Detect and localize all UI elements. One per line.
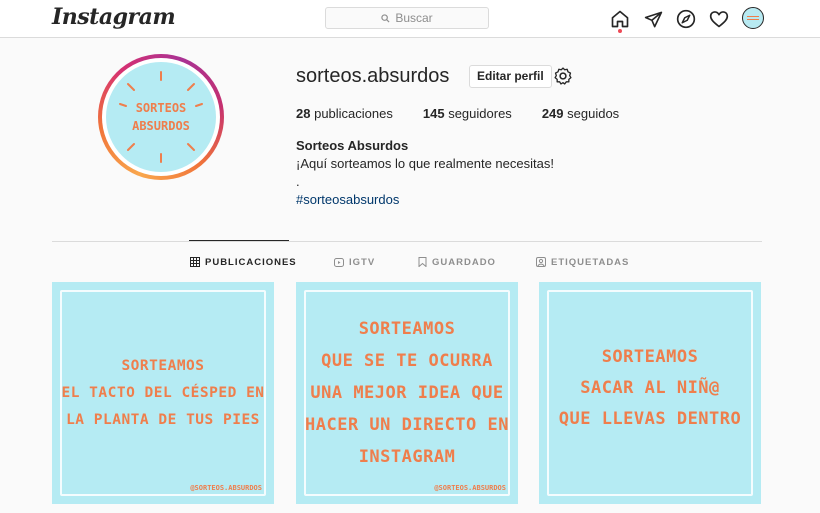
- home-icon[interactable]: [609, 8, 631, 30]
- tabs-divider: [52, 241, 762, 242]
- post-text: SORTEAMOS EL TACTO DEL CÉSPED EN LA PLAN…: [61, 357, 265, 428]
- activity-heart-icon[interactable]: [708, 8, 730, 30]
- search-icon: [381, 13, 390, 23]
- post-tile-3[interactable]: SORTEAMOS SACAR AL NIÑ@ QUE LLEVAS DENTR…: [539, 282, 761, 504]
- tab-igtv[interactable]: IGTV: [334, 256, 375, 268]
- profile-bio: Sorteos Absurdos ¡Aquí sorteamos lo que …: [296, 137, 554, 209]
- stat-following[interactable]: 249 seguidos: [542, 106, 619, 121]
- post-text: SORTEAMOS SACAR AL NIÑ@ QUE LLEVAS DENTR…: [558, 346, 742, 429]
- post-tile-1[interactable]: SORTEAMOS EL TACTO DEL CÉSPED EN LA PLAN…: [52, 282, 274, 504]
- profile-stats: 28 publicaciones 145 seguidores 249 segu…: [296, 106, 649, 121]
- stat-followers[interactable]: 145 seguidores: [423, 106, 512, 121]
- profile-avatar: SORTEOS ABSURDOS: [106, 62, 216, 172]
- bio-hashtag-link[interactable]: #sorteosabsurdos: [296, 191, 554, 209]
- search-placeholder: Buscar: [395, 11, 433, 25]
- tagged-icon: [536, 257, 546, 267]
- explore-icon[interactable]: [675, 8, 697, 30]
- stat-posts[interactable]: 28 publicaciones: [296, 106, 393, 121]
- igtv-icon: [334, 257, 344, 267]
- post-handle: @SORTEOS.ABSURDOS: [434, 484, 506, 492]
- search-input[interactable]: Buscar: [325, 7, 489, 29]
- profile-username: sorteos.absurdos: [296, 65, 450, 87]
- profile-avatar-button[interactable]: [742, 7, 764, 29]
- bio-line: ¡Aquí sorteamos lo que realmente necesit…: [296, 156, 554, 171]
- profile-avatar-ring[interactable]: SORTEOS ABSURDOS: [98, 54, 224, 180]
- direct-icon[interactable]: [642, 8, 664, 30]
- top-navigation-bar: Instagram Buscar: [0, 0, 820, 38]
- notification-dot: [618, 29, 622, 33]
- post-text: SORTEAMOS QUE SE TE OCURRA UNA MEJOR IDE…: [305, 319, 509, 467]
- bio-name: Sorteos Absurdos: [296, 138, 409, 153]
- tab-etiquetadas[interactable]: ETIQUETADAS: [536, 256, 629, 268]
- bookmark-icon: [418, 257, 427, 267]
- active-tab-indicator: [189, 240, 289, 241]
- bio-dot: .: [296, 174, 300, 189]
- tab-publicaciones[interactable]: PUBLICACIONES: [190, 256, 297, 268]
- avatar-text-1: SORTEOS: [135, 101, 187, 115]
- instagram-logo[interactable]: Instagram: [52, 4, 176, 30]
- grid-icon: [190, 257, 200, 267]
- settings-gear-icon[interactable]: [552, 65, 574, 87]
- post-tile-2[interactable]: SORTEAMOS QUE SE TE OCURRA UNA MEJOR IDE…: [296, 282, 518, 504]
- edit-profile-button[interactable]: Editar perfil: [469, 65, 552, 88]
- tab-guardado[interactable]: GUARDADO: [418, 256, 496, 268]
- post-handle: @SORTEOS.ABSURDOS: [190, 484, 262, 492]
- avatar-text-2: ABSURDOS: [132, 119, 190, 133]
